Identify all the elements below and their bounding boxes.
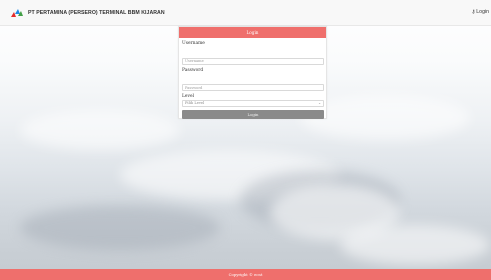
username-label: Username [182, 41, 205, 46]
nav-login-link[interactable]: ⚷ Login [472, 9, 489, 15]
brand[interactable]: PT PERTAMINA (PERSERO) TERMINAL BBM KIJA… [10, 8, 165, 18]
footer: Copyright © ecnt [0, 269, 491, 280]
footer-copyright: Copyright © ecnt [228, 272, 263, 277]
chevron-down-icon: ⌄ [318, 101, 321, 105]
password-input[interactable] [182, 84, 324, 91]
login-panel-header: Login [179, 27, 326, 38]
top-navbar: PT PERTAMINA (PERSERO) TERMINAL BBM KIJA… [0, 0, 491, 26]
login-button[interactable]: Login [182, 110, 324, 119]
login-panel-title: Login [246, 30, 259, 35]
level-select[interactable]: Pilih Level ⌄ [182, 100, 324, 107]
username-input[interactable] [182, 57, 324, 65]
password-label: Password [182, 67, 204, 73]
background-cloud [20, 205, 220, 250]
background-cloud [20, 110, 180, 150]
login-button-label: Login [247, 112, 259, 117]
background-cloud [340, 225, 490, 265]
key-icon: ⚷ [471, 9, 476, 15]
level-select-value: Pilih Level [185, 101, 205, 105]
nav-login-label: Login [476, 9, 489, 15]
login-panel: Login Username Password Level Pilih Leve… [178, 26, 327, 119]
login-form: Username Password Level Pilih Level ⌄ Lo… [179, 38, 326, 119]
brand-title: PT PERTAMINA (PERSERO) TERMINAL BBM KIJA… [28, 10, 165, 16]
pertamina-logo-icon [11, 9, 23, 17]
